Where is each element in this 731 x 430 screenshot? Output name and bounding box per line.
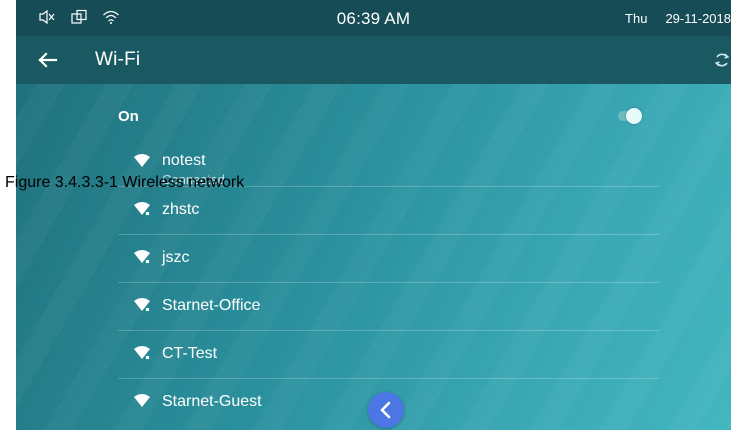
network-name: zhstc xyxy=(162,201,200,218)
chevron-left-icon xyxy=(380,401,391,419)
wifi-lock-icon xyxy=(134,298,150,312)
status-date: 29-11-2018 xyxy=(665,11,731,26)
back-button[interactable] xyxy=(34,46,62,74)
wifi-lock-icon xyxy=(134,202,150,216)
toggle-thumb xyxy=(626,108,642,124)
network-name: jszc xyxy=(162,249,190,266)
figure-caption: Figure 3.4.3.3-1 Wireless network xyxy=(5,174,245,191)
network-name: Starnet-Guest xyxy=(162,393,262,410)
refresh-icon xyxy=(714,53,730,67)
wifi-toggle-label: On xyxy=(118,108,139,125)
network-item[interactable]: zhstc xyxy=(118,187,659,235)
wifi-lock-icon xyxy=(134,346,150,360)
status-bar: 06:39 AM Thu 29-11-2018 xyxy=(16,0,731,36)
page-frame: 06:39 AM Thu 29-11-2018 Wi-Fi On notest … xyxy=(0,0,731,430)
wifi-lock-icon xyxy=(134,250,150,264)
status-day: Thu xyxy=(625,11,648,26)
network-name: Starnet-Office xyxy=(162,297,261,314)
page-title: Wi-Fi xyxy=(95,49,141,70)
floating-back-button[interactable] xyxy=(368,392,404,428)
toolbar: Wi-Fi xyxy=(16,36,731,84)
wifi-toggle-switch[interactable] xyxy=(618,108,642,124)
wifi-icon xyxy=(134,154,150,167)
status-date-group: Thu 29-11-2018 xyxy=(625,11,731,26)
network-name: notest xyxy=(162,152,206,169)
wifi-toggle-row: On xyxy=(118,96,678,136)
status-time: 06:39 AM xyxy=(336,9,411,28)
network-name: CT-Test xyxy=(162,345,218,362)
arrow-left-icon xyxy=(38,52,58,68)
network-item[interactable]: CT-Test xyxy=(118,331,659,379)
refresh-button[interactable] xyxy=(713,51,731,69)
network-item[interactable]: Starnet-Office xyxy=(118,283,659,331)
device-screen: 06:39 AM Thu 29-11-2018 Wi-Fi On notest … xyxy=(16,0,731,430)
network-item[interactable]: jszc xyxy=(118,235,659,283)
wifi-icon xyxy=(134,394,150,407)
